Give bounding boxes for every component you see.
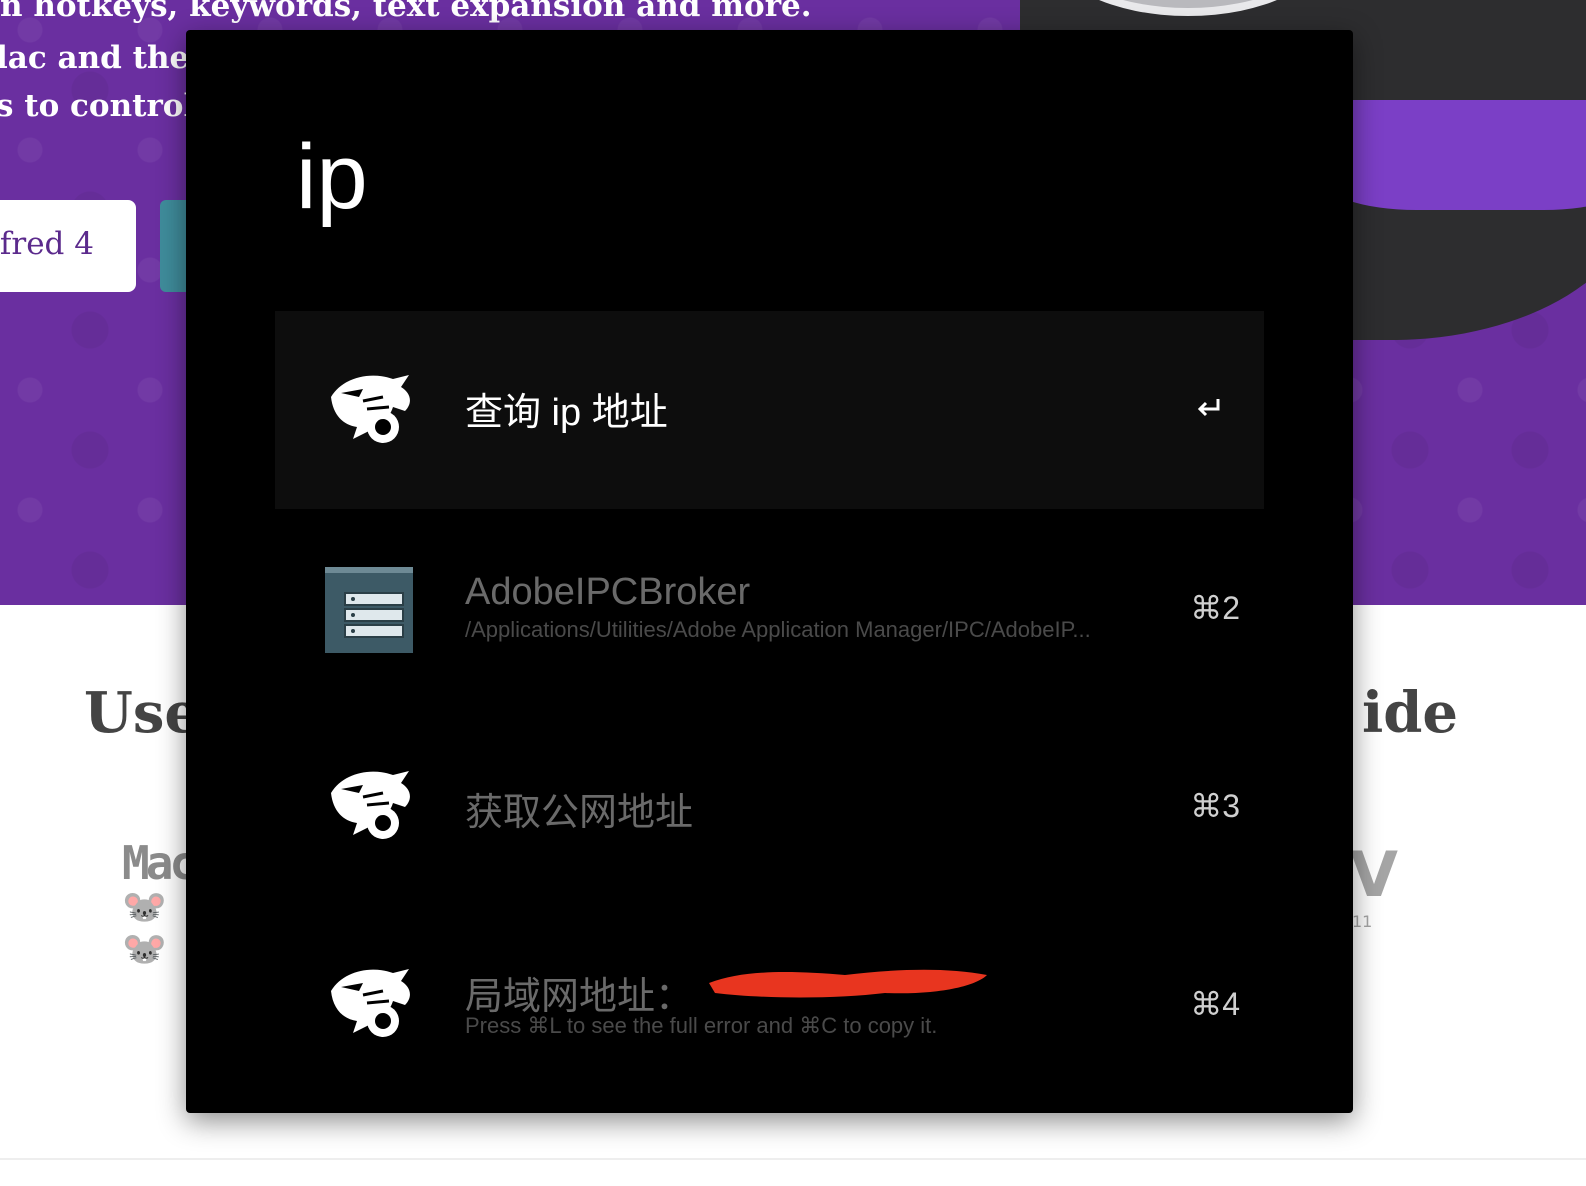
result-row-1[interactable]: 查询 ip 地址 bbox=[275, 311, 1264, 509]
result-subtitle: /Applications/Utilities/Adobe Applicatio… bbox=[465, 617, 1091, 642]
return-key-icon bbox=[1197, 399, 1220, 417]
press-logo-right-sub: 11 bbox=[1352, 912, 1373, 931]
result-subtitle: Press ⌘L to see the full error and ⌘C to… bbox=[465, 1013, 938, 1038]
section-heading-right: ide bbox=[1362, 680, 1459, 746]
workflow-lion-icon bbox=[331, 969, 410, 1037]
shortcut-label: ⌘3 bbox=[1190, 788, 1240, 824]
result-title: 查询 ip 地址 bbox=[465, 392, 668, 434]
press-logo-right: V bbox=[1350, 838, 1398, 911]
server-app-icon bbox=[325, 567, 413, 653]
alfred-launcher-window: 查询 ip 地址 AdobeIPCBroker /Applications/Ut… bbox=[186, 30, 1353, 1113]
shortcut-label: ⌘2 bbox=[1190, 590, 1240, 626]
shortcut-label: ⌘4 bbox=[1190, 986, 1240, 1022]
result-title: AdobeIPCBroker bbox=[465, 571, 751, 613]
search-input[interactable] bbox=[294, 116, 1198, 238]
result-title: 获取公网地址 bbox=[465, 792, 694, 834]
hero-text-line: n hotkeys, keywords, text expansion and … bbox=[0, 0, 812, 24]
workflow-lion-icon bbox=[331, 771, 410, 839]
result-title: 局域网地址： bbox=[465, 976, 694, 1018]
workflow-lion-icon bbox=[331, 375, 410, 443]
result-row-2[interactable]: AdobeIPCBroker /Applications/Utilities/A… bbox=[275, 509, 1264, 707]
divider bbox=[0, 1158, 1586, 1160]
redaction-mark bbox=[709, 969, 987, 998]
download-button[interactable]: lfred 4 bbox=[0, 200, 136, 292]
result-row-3[interactable]: 获取公网地址 ⌘3 bbox=[275, 707, 1264, 905]
section-heading-left: Use bbox=[84, 680, 200, 746]
result-row-4[interactable]: 局域网地址： Press ⌘L to see the full error an… bbox=[275, 905, 1264, 1103]
